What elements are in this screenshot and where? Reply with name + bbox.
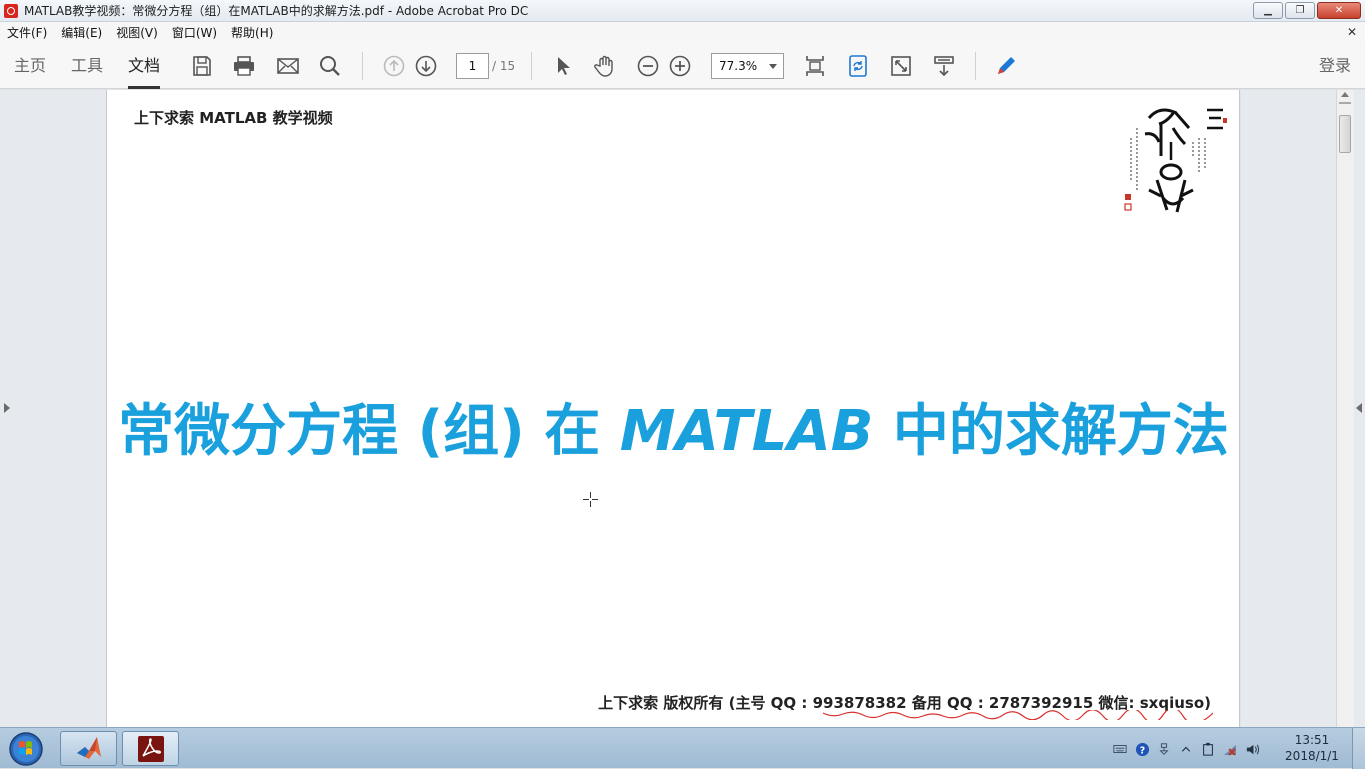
maximize-button[interactable]: ❐	[1285, 2, 1315, 19]
keyboard-icon[interactable]	[1112, 741, 1128, 757]
taskbar-acrobat-button[interactable]	[122, 731, 179, 766]
clipboard-icon[interactable]	[1200, 741, 1216, 757]
left-pane	[0, 90, 107, 727]
system-tray: ?	[1112, 734, 1260, 764]
menu-bar: 文件(F) 编辑(E) 视图(V) 窗口(W) 帮助(H) ✕	[0, 22, 1365, 42]
menu-help[interactable]: 帮助(H)	[224, 24, 280, 41]
email-icon[interactable]	[275, 53, 301, 79]
select-arrow-icon[interactable]	[550, 53, 576, 79]
show-desktop-button[interactable]	[1352, 728, 1365, 769]
page-total: / 15	[492, 59, 516, 73]
print-icon[interactable]	[231, 53, 257, 79]
next-page-icon[interactable]	[413, 53, 439, 79]
previous-page-icon[interactable]	[381, 53, 407, 79]
zoom-level-value: 77.3%	[719, 59, 758, 73]
right-pane	[1241, 90, 1336, 727]
toolbar-separator	[531, 52, 532, 80]
toolbar-separator	[362, 52, 363, 80]
page-header: 上下求索 MATLAB 教学视频	[134, 109, 333, 127]
tab-tools[interactable]: 工具	[71, 42, 103, 89]
full-screen-icon[interactable]	[888, 53, 914, 79]
scroll-thumb[interactable]	[1339, 115, 1351, 153]
rotate-view-icon[interactable]	[845, 53, 871, 79]
chevron-down-icon	[769, 64, 777, 69]
fit-page-icon[interactable]	[802, 53, 828, 79]
scroll-up-icon[interactable]	[1341, 92, 1349, 97]
zoom-level-select[interactable]: 77.3%	[711, 53, 784, 79]
window-title: MATLAB教学视频：常微分方程（组）在MATLAB中的求解方法.pdf - A…	[24, 4, 529, 18]
title-chinese-suffix: 中的求解方法	[873, 399, 1229, 464]
hand-tool-icon[interactable]	[592, 53, 618, 79]
scroll-mode-icon[interactable]	[931, 53, 957, 79]
crosshair-cursor-icon	[583, 492, 598, 507]
network-warning-icon[interactable]	[1222, 741, 1238, 757]
expand-left-pane-icon[interactable]	[4, 403, 10, 413]
matlab-icon	[76, 736, 101, 759]
toolbar-separator	[975, 52, 976, 80]
pdf-page: 上下求索 MATLAB 教学视频 常微分方程 (组) 在 MATLAB 中的求解…	[107, 90, 1240, 727]
volume-icon[interactable]	[1244, 741, 1260, 757]
vertical-scrollbar[interactable]	[1336, 90, 1354, 727]
menu-file[interactable]: 文件(F)	[0, 24, 54, 41]
acrobat-app-icon	[4, 3, 18, 18]
sign-in-link[interactable]: 登录	[1319, 42, 1351, 89]
start-button-icon[interactable]	[4, 730, 48, 768]
main-toolbar: 主页 工具 文档 1 / 15 77.3% 登录	[0, 42, 1365, 89]
document-title: 常微分方程 (组) 在 MATLAB 中的求解方法	[107, 386, 1240, 467]
clock-time: 13:51	[1294, 733, 1330, 747]
minimize-button[interactable]: ▁	[1253, 2, 1283, 19]
scroll-split-handle[interactable]	[1339, 102, 1351, 104]
page-number-input[interactable]: 1	[456, 53, 489, 79]
expand-right-pane-icon[interactable]	[1356, 403, 1362, 413]
taskbar-clock[interactable]: 13:51 2018/1/1	[1282, 732, 1342, 764]
windows-taskbar: ? 13:51 2018/1/1	[0, 727, 1365, 769]
tab-document[interactable]: 文档	[128, 42, 161, 89]
close-button[interactable]: ✕	[1317, 2, 1361, 19]
window-titlebar: MATLAB教学视频：常微分方程（组）在MATLAB中的求解方法.pdf - A…	[0, 0, 1365, 22]
zoom-in-icon[interactable]	[667, 53, 693, 79]
save-icon[interactable]	[189, 53, 215, 79]
menu-window[interactable]: 窗口(W)	[165, 24, 224, 41]
language-bar-icon[interactable]	[1156, 741, 1172, 757]
title-chinese-prefix: 常微分方程 (组) 在	[118, 399, 620, 464]
taskbar-matlab-button[interactable]	[60, 731, 117, 766]
pen-annotate-icon[interactable]	[993, 53, 1019, 79]
svg-text:?: ?	[1139, 745, 1144, 756]
help-icon[interactable]: ?	[1134, 741, 1150, 757]
acrobat-icon	[137, 735, 164, 762]
document-close-button[interactable]: ✕	[1347, 25, 1357, 39]
right-tools-pane	[1354, 90, 1365, 727]
menu-view[interactable]: 视图(V)	[109, 24, 165, 41]
tab-home[interactable]: 主页	[14, 42, 46, 89]
calligraphy-seal-image	[1124, 108, 1227, 213]
menu-edit[interactable]: 编辑(E)	[54, 24, 109, 41]
window-controls: ▁ ❐ ✕	[1253, 2, 1361, 19]
title-latin: MATLAB	[619, 399, 874, 464]
spellcheck-underline	[823, 710, 1213, 720]
clock-date: 2018/1/1	[1285, 749, 1339, 763]
show-hidden-icons-icon[interactable]	[1178, 741, 1194, 757]
zoom-out-icon[interactable]	[635, 53, 661, 79]
document-viewer: 上下求索 MATLAB 教学视频 常微分方程 (组) 在 MATLAB 中的求解…	[0, 90, 1365, 727]
search-icon[interactable]	[317, 53, 343, 79]
